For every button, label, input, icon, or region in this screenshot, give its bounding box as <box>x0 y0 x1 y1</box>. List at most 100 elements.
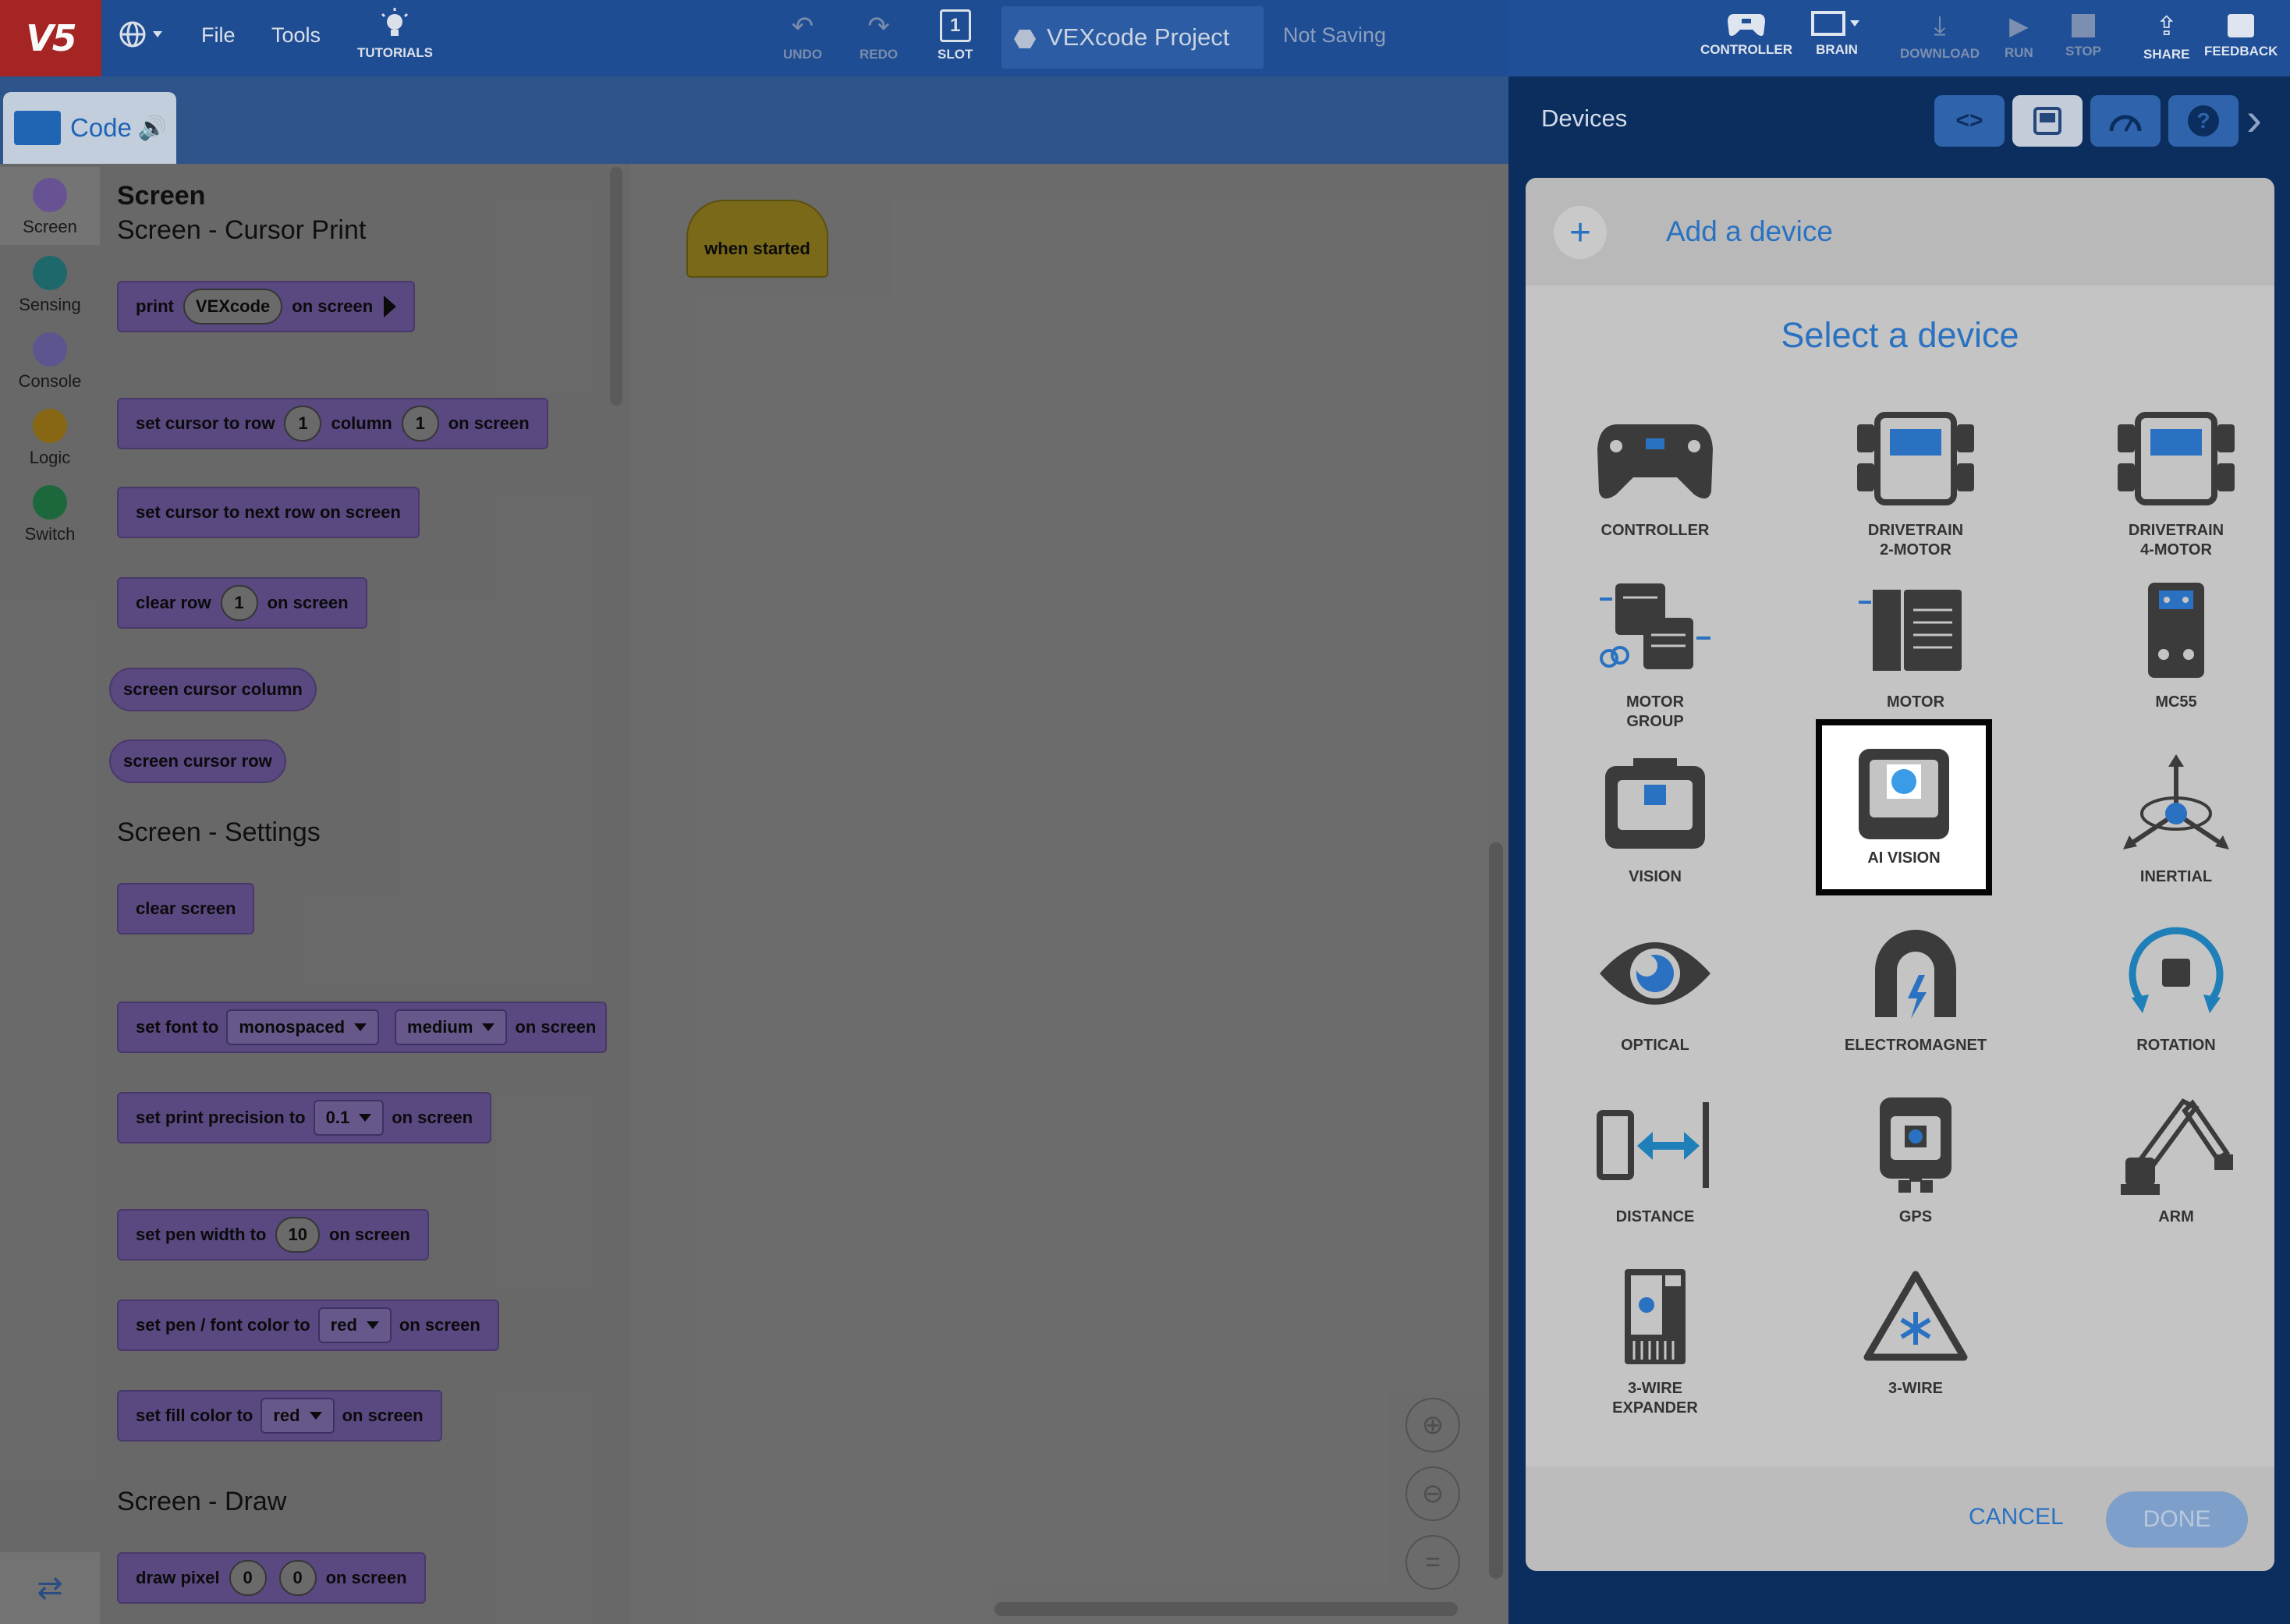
zoom-out-icon[interactable]: ⊖ <box>1406 1466 1460 1521</box>
help-icon[interactable]: ? <box>2168 95 2239 147</box>
device-optical[interactable]: OPTICAL <box>1568 911 1742 1083</box>
done-button[interactable]: DONE <box>2106 1491 2248 1548</box>
share-button[interactable]: ⇪ SHARE <box>2143 11 2190 62</box>
device-name: DRIVETRAIN <box>1867 522 1964 539</box>
device-electromagnet[interactable]: ELECTROMAGNET <box>1828 911 2003 1083</box>
code-view-icon[interactable]: <> <box>1934 95 2005 147</box>
category-logic[interactable]: Logic <box>0 409 100 468</box>
cancel-button[interactable]: CANCEL <box>1969 1504 2064 1530</box>
plus-icon[interactable]: + <box>1554 206 1607 259</box>
block-input[interactable]: 1 <box>284 406 322 441</box>
vex-logo: V5 <box>0 0 101 76</box>
zoom-in-icon[interactable]: ⊕ <box>1406 1398 1460 1452</box>
device-name: DISTANCE <box>1615 1208 1695 1225</box>
block-text: set pen / font color to <box>136 1315 310 1335</box>
block-print-precision[interactable]: set print precision to 0.1 on screen <box>117 1092 492 1144</box>
language-button[interactable] <box>117 19 167 50</box>
block-input[interactable]: VEXcode <box>183 289 283 324</box>
gps-icon <box>1853 1083 1978 1207</box>
blocks-toggle-icon[interactable]: ⇄ <box>0 1552 100 1624</box>
device-ai-vision[interactable]: AI VISION <box>1816 719 1992 895</box>
block-input[interactable]: 1 <box>401 406 439 441</box>
block-clear-row[interactable]: clear row 1 on screen <box>117 577 367 629</box>
device-3-wire-expander[interactable]: 3-WIRE EXPANDER <box>1568 1254 1742 1426</box>
stop-button[interactable]: STOP <box>2065 11 2101 59</box>
section-settings: Screen - Settings <box>117 817 321 847</box>
device-subname: GROUP <box>1626 713 1684 730</box>
device-drivetrain-4-motor[interactable]: DRIVETRAIN 4-MOTOR <box>2089 396 2263 568</box>
devices-icon[interactable] <box>2012 95 2083 147</box>
device-controller[interactable]: CONTROLLER <box>1568 396 1742 568</box>
horizontal-scrollbar[interactable] <box>994 1602 1458 1616</box>
download-button[interactable]: ⤓ DOWNLOAD <box>1900 11 1980 62</box>
slot-button[interactable]: 1 SLOT <box>938 9 973 62</box>
block-set-font[interactable]: set font to monospaced medium on screen <box>117 1002 608 1053</box>
tools-menu[interactable]: Tools <box>271 23 321 48</box>
block-input[interactable]: 0 <box>229 1560 267 1596</box>
size-dropdown[interactable]: medium <box>395 1009 508 1045</box>
run-button[interactable]: ▶ RUN <box>2005 11 2033 61</box>
when-started-block[interactable]: when started <box>686 200 828 278</box>
zoom-reset-icon[interactable]: = <box>1406 1535 1460 1590</box>
collapse-panel-icon[interactable]: › <box>2246 92 2262 146</box>
expand-arrow-icon[interactable] <box>384 296 397 317</box>
block-fill-color[interactable]: set fill color to red on screen <box>117 1390 442 1441</box>
device-name: ARM <box>2158 1208 2194 1225</box>
vertical-scrollbar[interactable] <box>1489 842 1503 1579</box>
add-device-row[interactable]: + Add a device <box>1526 178 2274 285</box>
controller-button[interactable]: CONTROLLER <box>1700 11 1792 58</box>
device-distance[interactable]: DISTANCE <box>1568 1083 1742 1254</box>
device-arm[interactable]: ARM <box>2089 1083 2263 1254</box>
block-draw-pixel[interactable]: draw pixel 0 0 on screen <box>117 1552 426 1604</box>
tab-code[interactable]: Code 🔊 <box>3 92 176 164</box>
fill-color-dropdown[interactable]: red <box>261 1398 335 1434</box>
device-motor-group[interactable]: MOTOR GROUP <box>1568 568 1742 739</box>
device-drivetrain-2-motor[interactable]: DRIVETRAIN 2-MOTOR <box>1828 396 2003 568</box>
file-menu[interactable]: File <box>201 23 236 48</box>
device-motor[interactable]: MOTOR <box>1828 568 2003 739</box>
block-input[interactable]: 10 <box>275 1217 320 1253</box>
device-name: INERTIAL <box>2139 868 2213 885</box>
device-subname: 2-MOTOR <box>1880 541 1951 558</box>
device-rotation[interactable]: ROTATION <box>2089 911 2263 1083</box>
device-mc55[interactable]: MC55 <box>2089 568 2263 739</box>
pen-color-dropdown[interactable]: red <box>317 1307 392 1343</box>
block-next-row[interactable]: set cursor to next row on screen <box>117 487 420 538</box>
device-name: GPS <box>1898 1208 1933 1225</box>
category-switch[interactable]: Switch <box>0 485 100 544</box>
block-pen-width[interactable]: set pen width to 10 on screen <box>117 1209 429 1261</box>
category-sensing[interactable]: Sensing <box>0 256 100 315</box>
block-clear-screen[interactable]: clear screen <box>117 883 255 934</box>
category-dot <box>33 485 67 519</box>
precision-dropdown[interactable]: 0.1 <box>313 1100 385 1136</box>
motor-icon <box>1853 568 1978 693</box>
block-cursor-column[interactable]: screen cursor column <box>109 668 317 711</box>
block-print[interactable]: print VEXcode on screen <box>117 281 416 332</box>
redo-button[interactable]: ↷ REDO <box>860 11 898 62</box>
flyout-scrollbar[interactable] <box>610 167 622 406</box>
dashboard-icon[interactable] <box>2090 95 2161 147</box>
device-vision[interactable]: VISION <box>1568 743 1742 914</box>
speaker-icon[interactable]: 🔊 <box>138 115 167 142</box>
category-console[interactable]: Console <box>0 332 100 392</box>
tutorials-button[interactable]: TUTORIALS <box>357 8 433 61</box>
block-cursor-row[interactable]: screen cursor row <box>109 739 286 783</box>
device-3-wire[interactable]: 3-WIRE <box>1828 1254 2003 1426</box>
block-text: column <box>331 413 392 433</box>
workspace-canvas[interactable] <box>630 164 1508 1624</box>
category-screen[interactable]: Screen <box>0 167 100 245</box>
optical-icon <box>1593 911 1718 1036</box>
block-pen-color[interactable]: set pen / font color to red on screen <box>117 1300 499 1351</box>
feedback-button[interactable]: FEEDBACK <box>2204 11 2278 59</box>
font-dropdown[interactable]: monospaced <box>226 1009 380 1045</box>
device-gps[interactable]: GPS <box>1828 1083 2003 1254</box>
block-input[interactable]: 0 <box>278 1560 317 1596</box>
block-set-cursor[interactable]: set cursor to row 1 column 1 on screen <box>117 398 548 449</box>
brain-button[interactable]: BRAIN <box>1811 11 1863 58</box>
project-name-field[interactable]: VEXcode Project <box>1001 6 1264 69</box>
block-input[interactable]: 1 <box>220 585 258 621</box>
device-inertial[interactable]: INERTIAL <box>2089 743 2263 914</box>
device-name: MC55 <box>2155 693 2197 711</box>
undo-button[interactable]: ↶ UNDO <box>783 11 822 62</box>
device-picker-dialog: + Add a device Select a device CONTROLLE… <box>1526 178 2274 1571</box>
